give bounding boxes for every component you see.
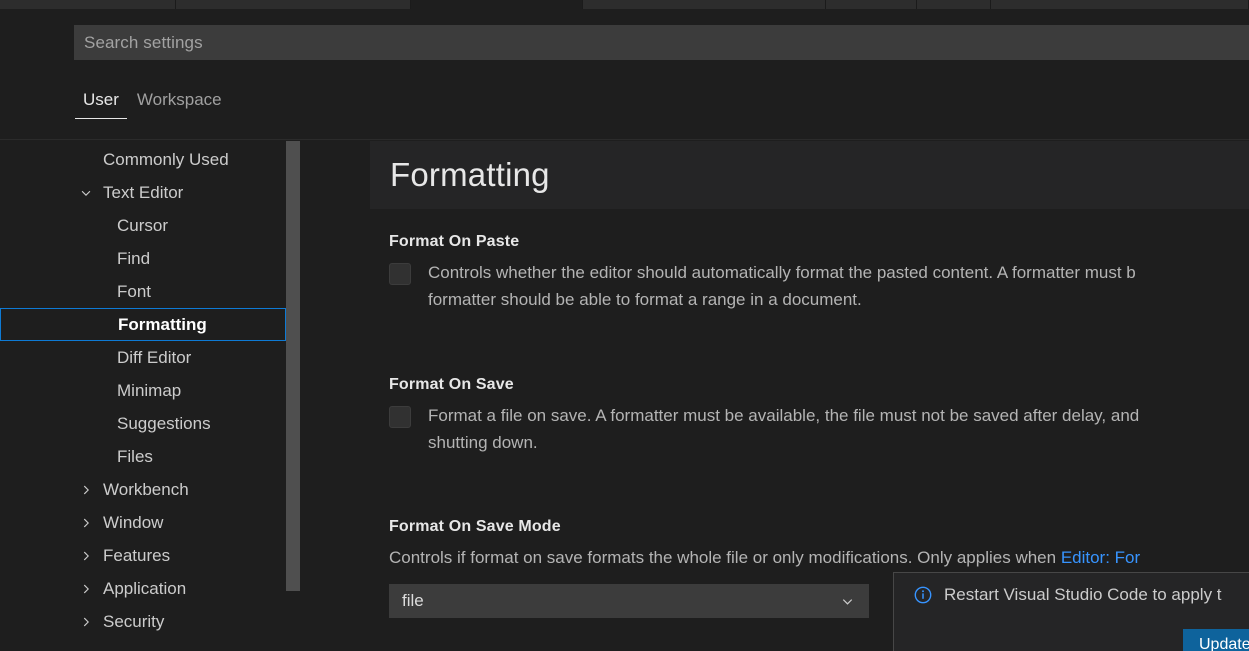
page-title-band: Formatting	[370, 141, 1249, 209]
toc-item-label: Files	[117, 446, 153, 466]
toc-item-security[interactable]: Security	[0, 605, 286, 638]
toc-item-label: Window	[103, 512, 164, 532]
chevron-right-icon	[78, 482, 94, 498]
chevron-down-icon	[840, 585, 855, 617]
toc-item-minimap[interactable]: Minimap	[0, 374, 286, 407]
toc-item-suggestions[interactable]: Suggestions	[0, 407, 286, 440]
header-divider	[0, 139, 1249, 140]
chevron-down-icon	[78, 185, 94, 201]
toc-item-commonly-used[interactable]: Commonly Used	[0, 143, 286, 176]
toc-item-label: Features	[103, 545, 171, 565]
notification-message-row: Restart Visual Studio Code to apply t	[894, 585, 1222, 605]
tab-workspace[interactable]: Workspace	[128, 90, 231, 119]
setting-description-line1: Format a file on save. A formatter must …	[428, 406, 1140, 425]
setting-title: Format On Save	[389, 376, 514, 393]
setting-description-text: Controls if format on save formats the w…	[389, 548, 1061, 567]
info-icon	[914, 586, 932, 604]
chevron-right-icon	[78, 548, 94, 564]
setting-format-on-save: Format On Save Format a file on save. A …	[389, 376, 1249, 456]
toc-item-cursor[interactable]: Cursor	[0, 209, 286, 242]
notification-message: Restart Visual Studio Code to apply t	[944, 585, 1222, 604]
editor-tab[interactable]	[176, 0, 411, 9]
chevron-right-icon	[78, 515, 94, 531]
editor-tab[interactable]	[917, 0, 991, 9]
tab-workspace-label: Workspace	[136, 90, 222, 109]
toc-list: Commonly Used Text Editor Cursor Find Fo…	[0, 143, 286, 638]
notification-actions: Update	[1183, 629, 1249, 651]
toc-item-label: Application	[103, 578, 187, 598]
toc-item-workbench[interactable]: Workbench	[0, 473, 286, 506]
setting-description-line2: formatter should be able to format a ran…	[428, 290, 862, 309]
toc-item-text-editor[interactable]: Text Editor	[0, 176, 286, 209]
select-value: file	[402, 591, 424, 610]
toc-item-label: Security	[103, 611, 165, 631]
toc-item-label: Formatting	[118, 314, 207, 334]
toc-item-label: Workbench	[103, 479, 189, 499]
toc-scrollbar[interactable]	[286, 141, 300, 651]
editor-tab[interactable]	[826, 0, 917, 9]
editor-tab[interactable]	[991, 0, 1249, 9]
toc-item-application[interactable]: Application	[0, 572, 286, 605]
format-on-save-checkbox[interactable]	[389, 406, 411, 428]
toc-item-font[interactable]: Font	[0, 275, 286, 308]
toc-item-label: Cursor	[117, 215, 169, 235]
toc-item-label: Find	[117, 248, 151, 268]
toc-item-window[interactable]: Window	[0, 506, 286, 539]
format-on-paste-checkbox[interactable]	[389, 263, 411, 285]
editor-tab-active[interactable]	[411, 0, 583, 9]
setting-body: Controls whether the editor should autom…	[389, 259, 1249, 313]
setting-format-on-paste: Format On Paste Controls whether the edi…	[389, 233, 1249, 313]
page-title: Formatting	[390, 156, 550, 193]
setting-description-link[interactable]: Editor: For	[1061, 548, 1140, 567]
toc-item-label: Font	[117, 281, 152, 301]
setting-description-line1: Controls whether the editor should autom…	[428, 263, 1136, 282]
toc-item-label: Suggestions	[117, 413, 211, 433]
tab-user[interactable]: User	[74, 90, 128, 119]
toc-item-features[interactable]: Features	[0, 539, 286, 572]
search-placeholder: Search settings	[84, 32, 203, 52]
vscode-settings-window: Search settings User Workspace Commonly …	[0, 0, 1249, 651]
setting-description: Format a file on save. A formatter must …	[428, 402, 1139, 456]
toc-item-label: Text Editor	[103, 182, 184, 202]
setting-title: Format On Paste	[389, 233, 520, 250]
settings-scope-tabs: User Workspace	[74, 83, 231, 119]
toc-item-label: Minimap	[117, 380, 182, 400]
toc-item-label: Commonly Used	[103, 149, 229, 169]
toc-item-formatting[interactable]: Formatting	[0, 308, 286, 341]
setting-body: Format a file on save. A formatter must …	[389, 402, 1249, 456]
toc-item-find[interactable]: Find	[0, 242, 286, 275]
update-button[interactable]: Update	[1183, 629, 1249, 651]
settings-toc: Commonly Used Text Editor Cursor Find Fo…	[0, 141, 300, 651]
notification-toast: Restart Visual Studio Code to apply t Up…	[893, 572, 1249, 651]
chevron-right-icon	[78, 614, 94, 630]
settings-header: Search settings User Workspace	[0, 9, 1249, 140]
setting-description: Controls if format on save formats the w…	[389, 544, 1249, 571]
editor-tab[interactable]	[0, 0, 176, 9]
toc-scrollbar-thumb[interactable]	[286, 141, 300, 591]
toc-item-files[interactable]: Files	[0, 440, 286, 473]
format-on-save-mode-select[interactable]: file	[389, 584, 869, 618]
chevron-right-icon	[78, 581, 94, 597]
setting-description: Controls whether the editor should autom…	[428, 259, 1136, 313]
toc-item-diff-editor[interactable]: Diff Editor	[0, 341, 286, 374]
editor-tab-strip	[0, 0, 1249, 9]
editor-tab[interactable]	[583, 0, 826, 9]
setting-description-line2: shutting down.	[428, 433, 538, 452]
toc-item-label: Diff Editor	[117, 347, 192, 367]
search-input[interactable]: Search settings	[74, 25, 1249, 60]
tab-user-label: User	[83, 90, 119, 109]
setting-title: Format On Save Mode	[389, 518, 561, 535]
